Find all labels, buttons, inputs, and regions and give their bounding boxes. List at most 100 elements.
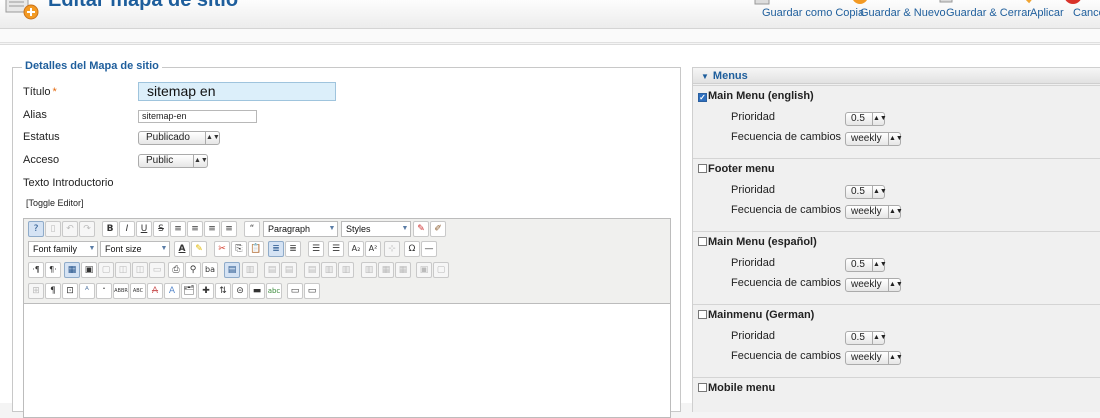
toggle-editor-link[interactable]: [Toggle Editor]: [26, 198, 84, 208]
bold-button[interactable]: B: [102, 221, 118, 237]
insert-row-before-icon[interactable]: ▤: [264, 262, 280, 278]
paste-text-icon[interactable]: ≣: [268, 241, 284, 257]
rtl-button[interactable]: ¶·: [45, 262, 61, 278]
new-document-icon[interactable]: ▯: [45, 221, 61, 237]
unlink-icon[interactable]: ◫: [132, 262, 148, 278]
menus-panel-toggle[interactable]: ▼ Menus: [693, 68, 1100, 84]
styleprops-icon[interactable]: ᴬ: [79, 283, 95, 299]
title-input[interactable]: sitemap en: [138, 82, 336, 101]
align-right-icon[interactable]: ≡: [204, 221, 220, 237]
insert-col-after-icon[interactable]: ▥: [338, 262, 354, 278]
ordered-list-icon[interactable]: ☰: [328, 241, 344, 257]
replace-button[interactable]: ba: [202, 262, 218, 278]
align-center-icon[interactable]: ≡: [187, 221, 203, 237]
media-icon[interactable]: ▣: [81, 262, 97, 278]
menu-item-header[interactable]: Footer menu: [698, 162, 775, 176]
priority-select[interactable]: 0.5 ▲▼: [845, 112, 887, 126]
cut-icon[interactable]: ✂: [214, 241, 230, 257]
unordered-list-icon[interactable]: ☰: [308, 241, 324, 257]
cell-props-icon[interactable]: ▣: [416, 262, 432, 278]
visual-aid-icon[interactable]: ⊞: [28, 283, 44, 299]
frequency-select[interactable]: weekly ▲▼: [845, 132, 903, 146]
delete-row-icon[interactable]: ▤: [304, 262, 320, 278]
paragraph-button[interactable]: ¶: [45, 283, 61, 299]
special-character-button[interactable]: Ω: [404, 241, 420, 257]
page-break-icon[interactable]: ▬: [249, 283, 265, 299]
format-select[interactable]: Paragraph ▼: [263, 221, 338, 237]
table-props-icon[interactable]: ▢: [433, 262, 449, 278]
alias-input[interactable]: sitemap-en: [138, 110, 257, 123]
table-row-props-icon[interactable]: ▥: [242, 262, 258, 278]
cleanup-brush-icon[interactable]: ✐: [430, 221, 446, 237]
acronym-button[interactable]: ABBR: [113, 283, 129, 299]
cite-button[interactable]: “: [96, 283, 112, 299]
help-icon[interactable]: ?: [28, 221, 44, 237]
charmap-dropdown-icon[interactable]: ⊹: [384, 241, 400, 257]
image-icon[interactable]: ▦: [64, 262, 80, 278]
ltr-button[interactable]: ·¶: [28, 262, 44, 278]
insert-row-after-icon[interactable]: ▤: [281, 262, 297, 278]
italic-button[interactable]: I: [119, 221, 135, 237]
non-breaking-icon[interactable]: ⊝: [232, 283, 248, 299]
strikethrough-button[interactable]: S: [153, 221, 169, 237]
priority-select[interactable]: 0.5 ▲▼: [845, 258, 887, 272]
delete-col-icon[interactable]: ▥: [361, 262, 377, 278]
menu-item-header[interactable]: ✓ Main Menu (english): [698, 89, 814, 103]
menu-checkbox[interactable]: [698, 164, 707, 173]
frequency-select[interactable]: weekly ▲▼: [845, 278, 903, 292]
menu-item-header[interactable]: Mobile menu: [698, 381, 775, 395]
superscript-button[interactable]: A²: [365, 241, 381, 257]
print-icon[interactable]: ⎙: [168, 262, 184, 278]
frequency-select[interactable]: weekly ▲▼: [845, 205, 903, 219]
attributes-icon[interactable]: 🗂: [181, 283, 197, 299]
priority-value: 0.5: [851, 113, 865, 124]
paste-word-icon[interactable]: ≣: [285, 241, 301, 257]
merge-cells-icon[interactable]: ▦: [395, 262, 411, 278]
frequency-select[interactable]: weekly ▲▼: [845, 351, 903, 365]
spellcheck-button[interactable]: abc: [266, 283, 282, 299]
underline-button[interactable]: U: [136, 221, 152, 237]
status-select[interactable]: Publicado ▲▼: [138, 131, 220, 145]
template-insert-icon[interactable]: ▭: [287, 283, 303, 299]
priority-select[interactable]: 0.5 ▲▼: [845, 185, 887, 199]
copy-icon[interactable]: ⎘: [231, 241, 247, 257]
move-forward-icon[interactable]: ⇅: [215, 283, 231, 299]
editor-content-area[interactable]: [24, 305, 670, 417]
pagebreak-icon[interactable]: ▭: [304, 283, 320, 299]
search-binoculars-icon[interactable]: ⚲: [185, 262, 201, 278]
align-justify-icon[interactable]: ≡: [221, 221, 237, 237]
font-size-select[interactable]: Font size ▼: [100, 241, 170, 257]
highlight-color-icon[interactable]: ✎: [191, 241, 207, 257]
font-family-select[interactable]: Font family ▼: [28, 241, 98, 257]
menu-checkbox[interactable]: [698, 310, 707, 319]
align-left-icon[interactable]: ≡: [170, 221, 186, 237]
priority-select[interactable]: 0.5 ▲▼: [845, 331, 887, 345]
blockquote-button[interactable]: “: [244, 221, 260, 237]
fullscreen-icon[interactable]: ⊡: [62, 283, 78, 299]
redo-icon[interactable]: ↷: [79, 221, 95, 237]
delete-text-button[interactable]: A: [147, 283, 163, 299]
text-color-icon[interactable]: A: [174, 241, 190, 257]
table-dropdown-icon[interactable]: ▤: [224, 262, 240, 278]
anchor-icon[interactable]: ▭: [149, 262, 165, 278]
access-select[interactable]: Public ▲▼: [138, 154, 208, 168]
abbreviation-button[interactable]: ABC: [130, 283, 146, 299]
split-cells-icon[interactable]: ▦: [378, 262, 394, 278]
insert-col-before-icon[interactable]: ▥: [321, 262, 337, 278]
undo-icon[interactable]: ↶: [62, 221, 78, 237]
eraser-icon[interactable]: ✎: [413, 221, 429, 237]
template-icon[interactable]: ▢: [98, 262, 114, 278]
link-icon[interactable]: ◫: [115, 262, 131, 278]
menu-checkbox-checked[interactable]: ✓: [698, 93, 707, 102]
insert-layer-icon[interactable]: ✚: [198, 283, 214, 299]
horizontal-rule-icon[interactable]: —: [421, 241, 437, 257]
paste-icon[interactable]: 📋: [248, 241, 264, 257]
menu-item-header[interactable]: Main Menu (español): [698, 235, 817, 249]
subscript-button[interactable]: A₂: [348, 241, 364, 257]
styles-select[interactable]: Styles ▼: [341, 221, 411, 237]
menu-item-header[interactable]: Mainmenu (German): [698, 308, 814, 322]
insert-text-button[interactable]: A: [164, 283, 180, 299]
menu-checkbox[interactable]: [698, 237, 707, 246]
menu-checkbox[interactable]: [698, 383, 707, 392]
menu-item-name: Mobile menu: [708, 382, 776, 394]
